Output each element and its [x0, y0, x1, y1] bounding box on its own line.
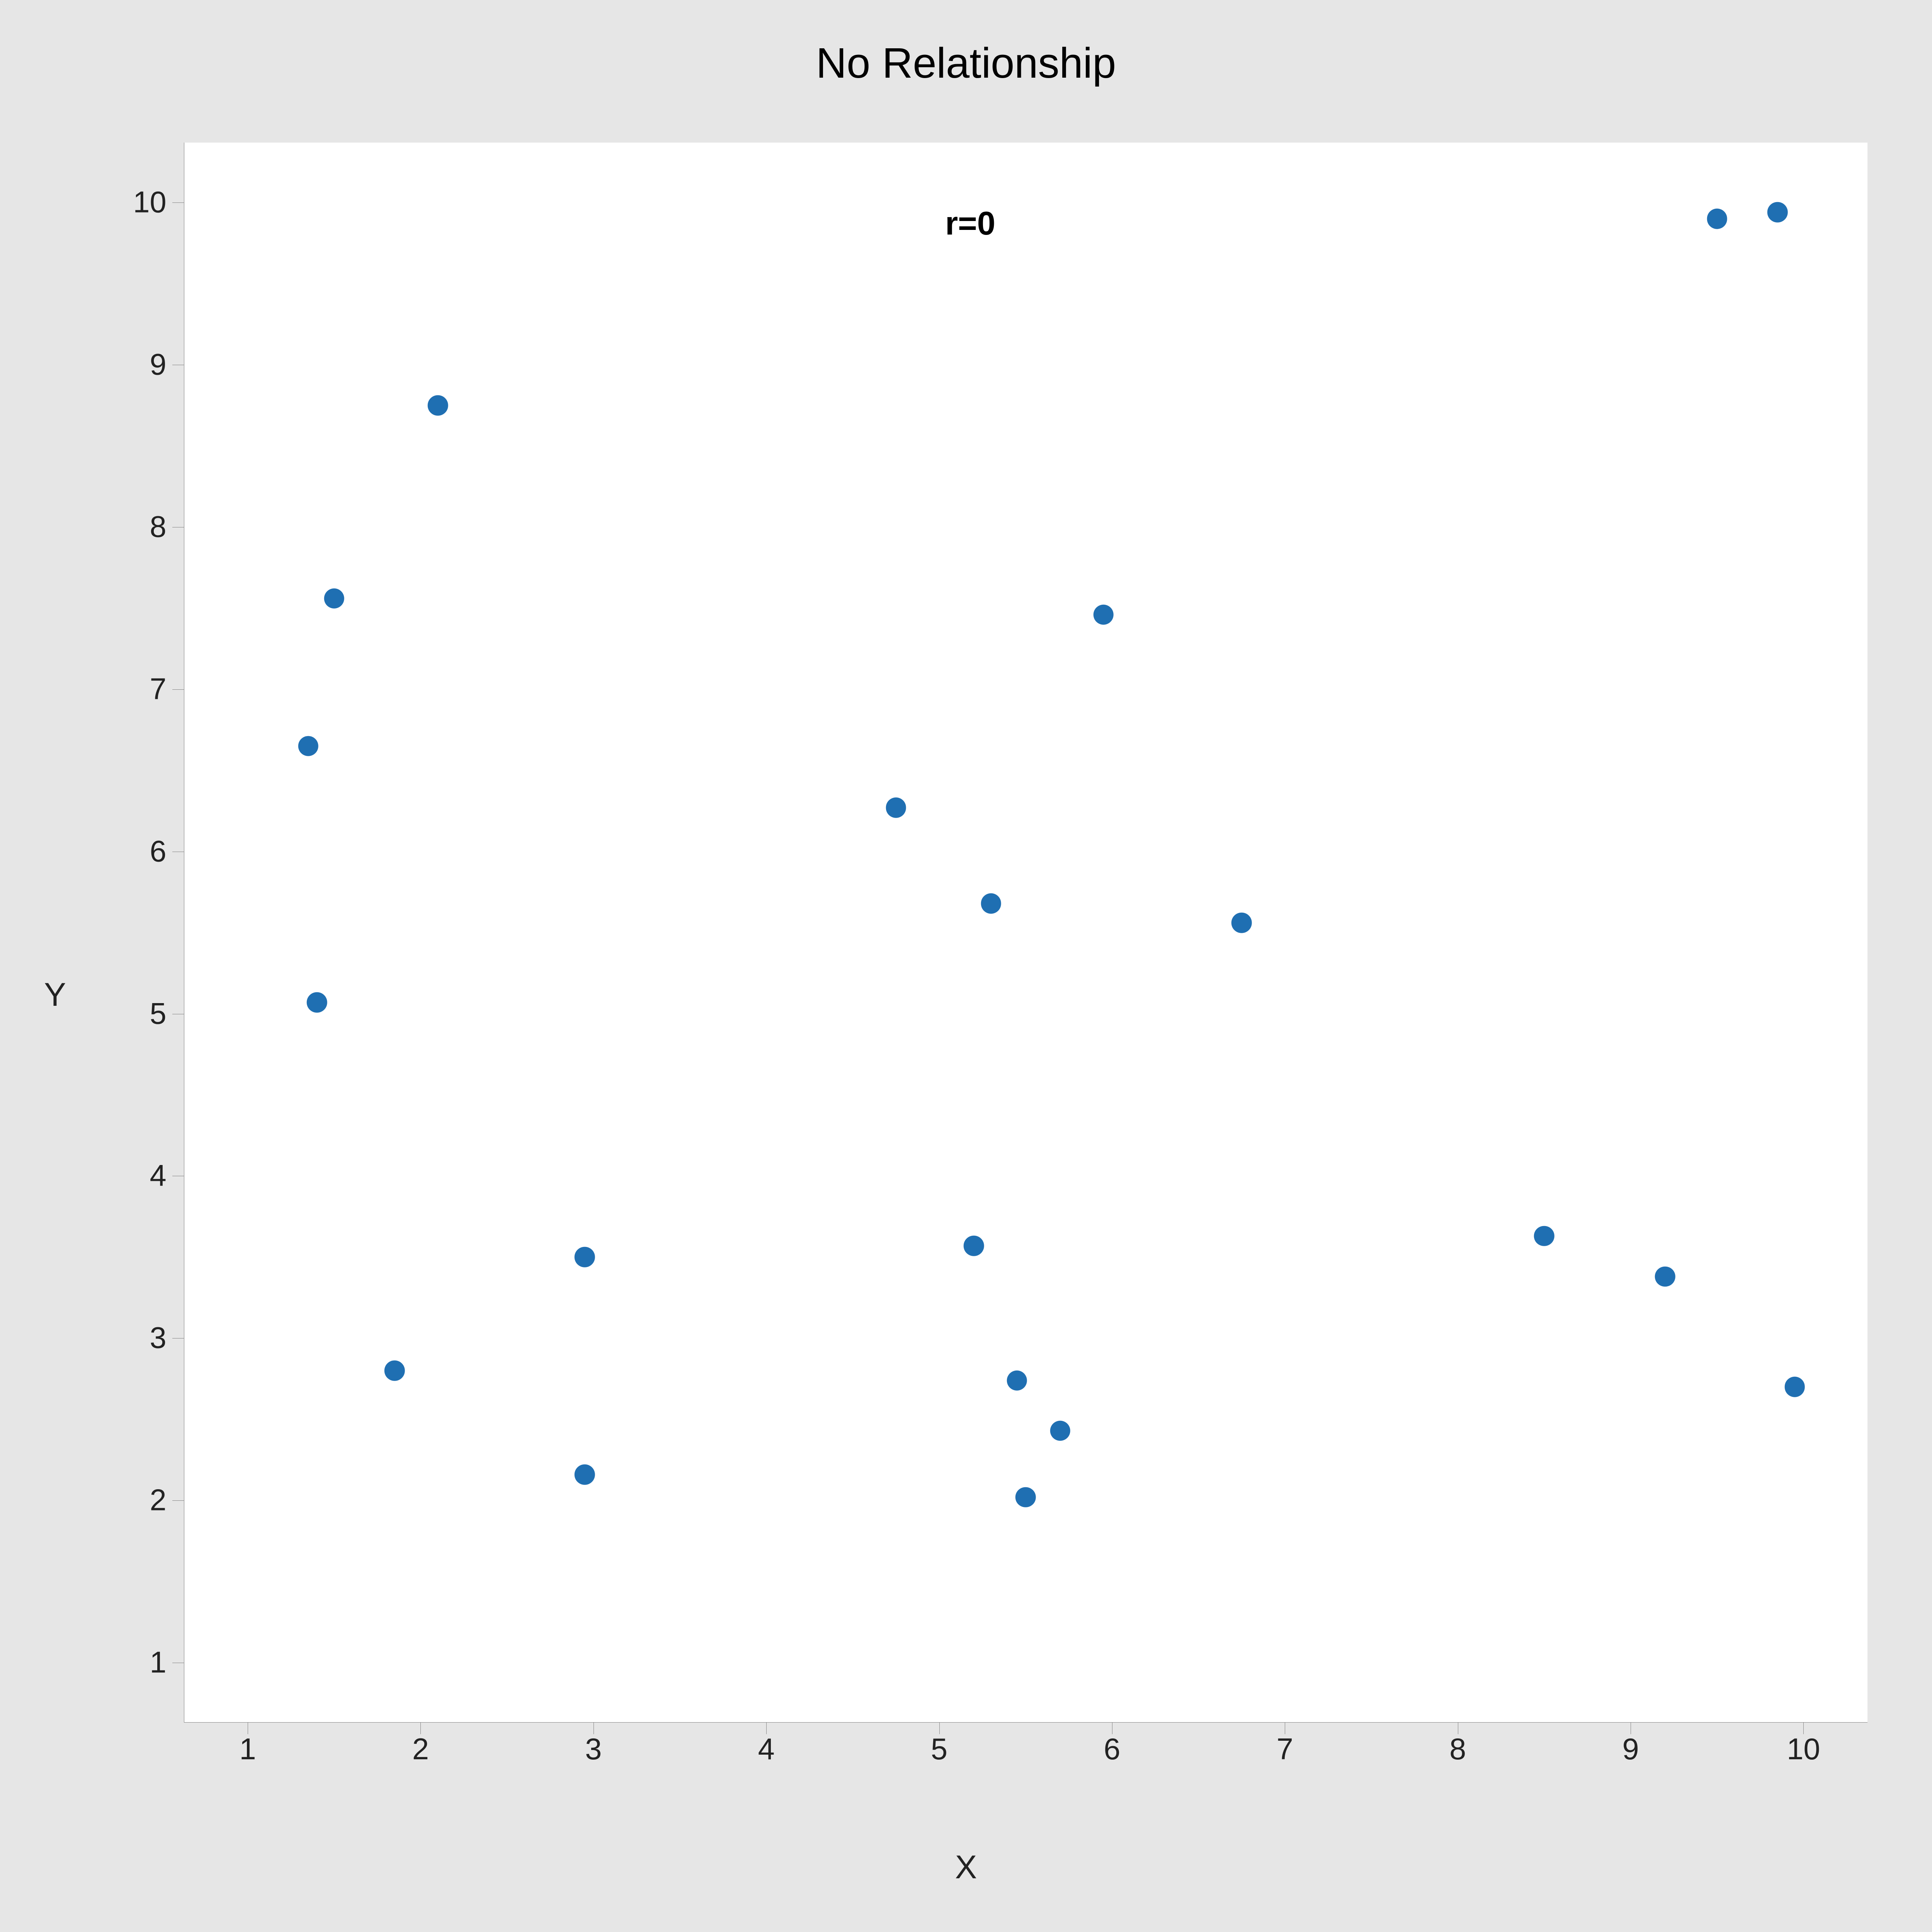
- y-tick-mark: [172, 689, 184, 690]
- data-point: [1767, 202, 1788, 223]
- y-tick-label: 4: [150, 1159, 166, 1193]
- x-axis-line: [184, 1722, 1867, 1723]
- y-tick-label: 8: [150, 510, 166, 544]
- x-tick-label: 7: [1277, 1732, 1293, 1767]
- data-point: [324, 588, 345, 609]
- chart-title: No Relationship: [35, 39, 1897, 88]
- x-tick-label: 5: [931, 1732, 947, 1767]
- data-point: [964, 1236, 984, 1256]
- y-tick-label: 7: [150, 672, 166, 706]
- chart-wrap: Y 1234567891012345678910r=0 X: [35, 107, 1897, 1883]
- data-point: [428, 395, 448, 416]
- data-point: [1707, 209, 1727, 229]
- x-tick-label: 2: [412, 1732, 429, 1767]
- x-tick-label: 4: [758, 1732, 775, 1767]
- y-tick-label: 5: [150, 997, 166, 1031]
- data-point: [1785, 1377, 1805, 1397]
- x-tick-label: 10: [1787, 1732, 1820, 1767]
- data-point: [1050, 1420, 1070, 1441]
- data-point: [298, 736, 318, 757]
- y-tick-label: 6: [150, 834, 166, 869]
- data-point: [1534, 1226, 1554, 1247]
- x-tick-label: 8: [1449, 1732, 1466, 1767]
- data-point: [1007, 1370, 1027, 1391]
- y-tick-label: 9: [150, 348, 166, 382]
- data-point: [384, 1361, 405, 1381]
- x-tick-label: 9: [1622, 1732, 1639, 1767]
- chart-annotation: r=0: [945, 205, 995, 243]
- data-point: [575, 1247, 595, 1267]
- y-tick-mark: [172, 1500, 184, 1501]
- data-point: [1015, 1487, 1036, 1508]
- data-point: [307, 992, 327, 1013]
- x-tick-label: 1: [240, 1732, 256, 1767]
- data-point: [1093, 604, 1114, 625]
- x-axis-label: X: [35, 1849, 1897, 1886]
- plot-area: 1234567891012345678910r=0: [184, 143, 1867, 1723]
- y-tick-label: 2: [150, 1483, 166, 1518]
- data-point: [575, 1464, 595, 1485]
- data-point: [981, 893, 1002, 914]
- y-tick-label: 1: [150, 1646, 166, 1680]
- y-tick-mark: [172, 202, 184, 203]
- data-point: [1655, 1267, 1675, 1287]
- y-tick-label: 10: [133, 185, 166, 220]
- data-point: [1231, 913, 1252, 933]
- x-tick-label: 6: [1104, 1732, 1120, 1767]
- x-tick-label: 3: [585, 1732, 602, 1767]
- data-point: [886, 798, 906, 818]
- y-tick-label: 3: [150, 1321, 166, 1355]
- y-axis-label: Y: [44, 976, 66, 1014]
- chart-container: No Relationship Y 1234567891012345678910…: [0, 0, 1932, 1932]
